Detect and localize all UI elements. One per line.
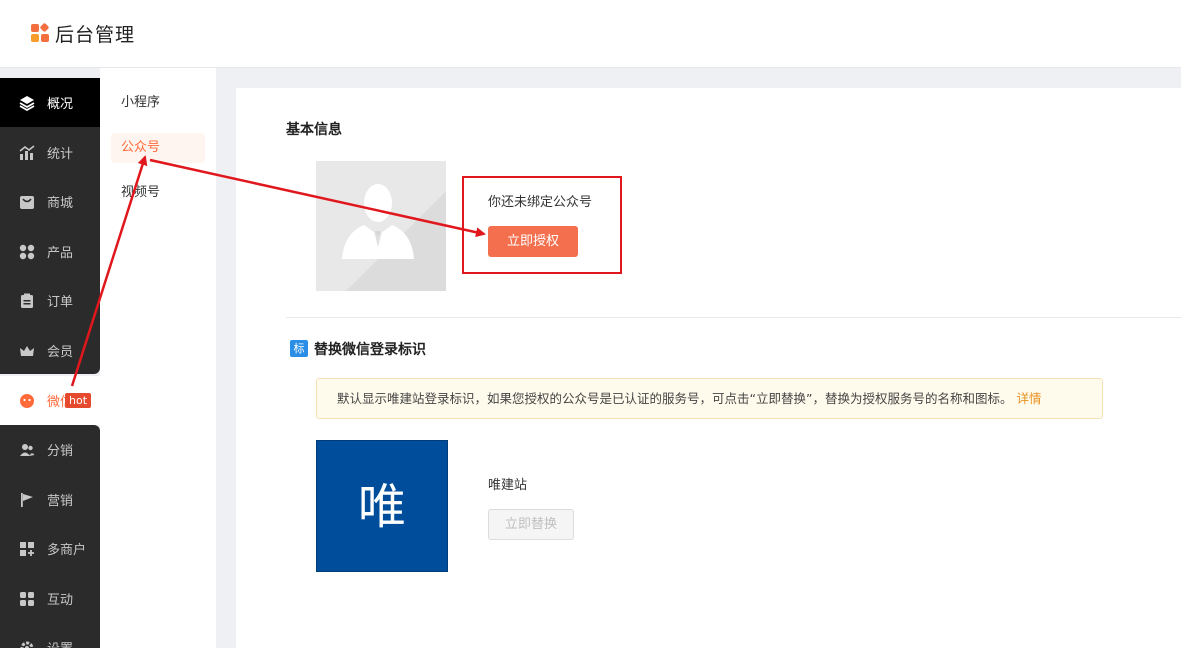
flag-icon — [19, 492, 35, 508]
shop-plus-icon — [19, 541, 35, 557]
gear-icon — [19, 640, 35, 648]
account-avatar-placeholder — [316, 161, 446, 291]
chart-icon — [19, 144, 35, 161]
replace-login-title: 替换微信登录标识 — [314, 342, 426, 358]
subnav-item-mini-program[interactable]: 小程序 — [111, 88, 205, 118]
main-sidebar: 概况 统计 商城 产品 订单 会员 微信 分销 营销 多商户 互动 — [0, 78, 100, 648]
main-card: 基本信息 你还未绑定公众号 立即授权 标 替换微信登录标识 默认显示唯建站登录标… — [236, 88, 1181, 648]
sidebar-item-mall[interactable]: 商城 — [0, 177, 100, 226]
logo-mark-icon — [31, 22, 50, 43]
subnav-item-official-account[interactable]: 公众号 — [111, 133, 205, 163]
top-header: 后台管理 — [0, 0, 1181, 68]
sidebar-item-multi-merchant[interactable]: 多商户 — [0, 524, 100, 573]
sidebar-item-overview[interactable]: 概况 — [0, 78, 100, 127]
basic-info-title: 基本信息 — [286, 122, 342, 138]
site-logo-tile: 唯 — [316, 440, 448, 572]
sidebar-item-settings[interactable]: 设置 — [0, 623, 100, 648]
wechat-icon — [19, 393, 35, 409]
crown-icon — [19, 343, 35, 359]
sidebar-item-marketing[interactable]: 营销 — [0, 475, 100, 524]
notice-detail-link[interactable]: 详情 — [1016, 391, 1041, 406]
sidebar-item-products[interactable]: 产品 — [0, 227, 100, 276]
sidebar-item-stats[interactable]: 统计 — [0, 128, 100, 177]
user-silhouette-icon — [316, 161, 446, 291]
clipboard-icon — [19, 293, 35, 309]
notice-banner: 默认显示唯建站登录标识，如果您授权的公众号是已认证的服务号，可点击“立即替换”，… — [316, 378, 1103, 419]
grid2-icon — [19, 591, 35, 607]
grid-icon — [19, 244, 35, 260]
section-divider — [286, 317, 1181, 318]
app-logo[interactable]: 后台管理 — [31, 20, 135, 47]
sidebar-item-members[interactable]: 会员 — [0, 326, 100, 375]
unbound-status-text: 你还未绑定公众号 — [488, 195, 593, 210]
hot-badge: hot — [65, 393, 92, 408]
layers-icon — [19, 95, 35, 111]
sidebar-item-interaction[interactable]: 互动 — [0, 574, 100, 623]
tag-icon: 标 — [290, 340, 308, 357]
app-title: 后台管理 — [55, 24, 136, 46]
store-icon — [19, 194, 35, 210]
sidebar-item-distribution[interactable]: 分销 — [0, 425, 100, 474]
sidebar-item-orders[interactable]: 订单 — [0, 276, 100, 325]
users-icon — [19, 442, 35, 458]
authorize-button[interactable]: 立即授权 — [488, 226, 578, 257]
site-name: 唯建站 — [488, 478, 528, 493]
subnav-item-video-channel[interactable]: 视频号 — [111, 178, 205, 208]
replace-button[interactable]: 立即替换 — [488, 509, 574, 540]
notice-text: 默认显示唯建站登录标识，如果您授权的公众号是已认证的服务号，可点击“立即替换”，… — [337, 391, 1013, 406]
sub-navigation: 小程序 公众号 视频号 — [100, 68, 216, 648]
